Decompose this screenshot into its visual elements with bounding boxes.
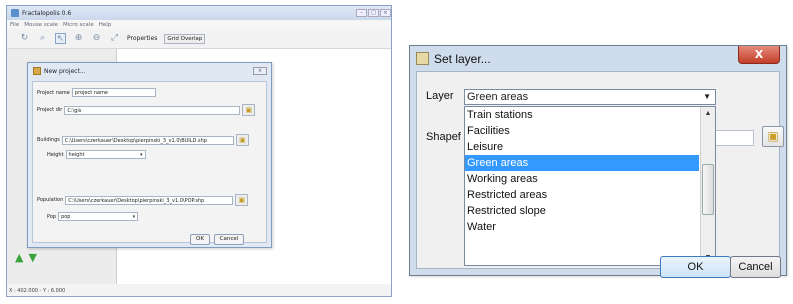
project-dir-input[interactable]: C:\gis xyxy=(64,105,241,115)
project-dir-label: Project dir xyxy=(37,107,63,113)
new-project-cancel-button[interactable]: Cancel xyxy=(214,234,244,245)
layer-option-facilities[interactable]: Facilities xyxy=(465,123,699,139)
layer-option-water[interactable]: Water xyxy=(465,219,699,235)
fit-extent-icon[interactable]: ⤢ xyxy=(109,33,120,44)
shapefile-folder-icon[interactable]: ▣ xyxy=(762,126,784,147)
maximize-button[interactable]: □ xyxy=(368,9,379,17)
set-layer-dialog: Set layer... X Layer Shapef ▣ Green area… xyxy=(409,45,787,278)
layer-option-restricted-slope[interactable]: Restricted slope xyxy=(465,203,699,219)
height-select[interactable]: height xyxy=(65,150,146,159)
arrow-up-icon[interactable]: ▲ xyxy=(15,251,23,264)
layer-option-restricted-areas[interactable]: Restricted areas xyxy=(465,187,699,203)
layer-list-scrollbar[interactable]: ▲ ▼ xyxy=(700,107,715,265)
new-project-title: New project... xyxy=(44,67,86,75)
population-input[interactable]: C:\Users\czerkauer\Desktop\pierpinski_3_… xyxy=(65,195,234,205)
menu-file[interactable]: File xyxy=(10,22,19,28)
layer-option-green-areas[interactable]: Green areas xyxy=(465,155,699,171)
minimize-button[interactable]: – xyxy=(356,9,367,17)
rotate-icon[interactable]: ↻ xyxy=(19,33,30,44)
project-dir-folder-icon[interactable]: ▣ xyxy=(242,104,256,116)
properties-button[interactable]: Properties xyxy=(127,35,157,42)
zoom-out-icon[interactable]: ⊖ xyxy=(91,33,102,44)
buildings-input[interactable]: C:\Users\czerkauer\Desktop\pierpinski_3_… xyxy=(61,135,234,145)
project-name-label: Project name xyxy=(37,89,70,96)
layer-dropdown-list[interactable]: Train stations Facilities Leisure Green … xyxy=(464,106,716,266)
dialog-app-icon xyxy=(416,52,429,65)
arrow-down-icon[interactable]: ▼ xyxy=(28,251,36,264)
layer-option-leisure[interactable]: Leisure xyxy=(465,139,699,155)
pointer-icon[interactable]: ↖ xyxy=(55,33,66,44)
dialog-app-icon xyxy=(33,67,41,75)
set-layer-titlebar: Set layer... xyxy=(410,46,786,71)
layer-select-value: Green areas xyxy=(467,91,529,103)
menu-micro-scale[interactable]: Micro scale xyxy=(63,22,94,28)
scrollbar-thumb[interactable] xyxy=(702,164,714,215)
app-logo-icon xyxy=(11,9,19,17)
project-name-input[interactable]: project name xyxy=(71,88,156,97)
new-project-titlebar: New project... × xyxy=(28,63,271,79)
zoom-icon[interactable]: ⌕ xyxy=(37,33,48,44)
layer-option-working-areas[interactable]: Working areas xyxy=(465,171,699,187)
new-project-body: Project name project name Project dir C:… xyxy=(32,81,267,245)
navigation-arrows: ▲ ▼ xyxy=(15,251,37,264)
set-layer-title: Set layer... xyxy=(434,51,491,66)
menu-mouse-scale[interactable]: Mouse scale xyxy=(24,22,58,28)
population-folder-icon[interactable]: ▣ xyxy=(235,194,249,206)
menu-help[interactable]: Help xyxy=(99,22,112,28)
coordinates-status: X : 402.000 - Y : 6.000 xyxy=(9,288,66,294)
pop-label: Pop xyxy=(47,213,57,220)
menu-bar: File Mouse scale Micro scale Help xyxy=(7,20,391,29)
set-layer-body: Layer Shapef ▣ Green areas ▼ Train stati… xyxy=(416,71,784,278)
pop-select[interactable]: pop xyxy=(58,212,139,221)
scroll-up-icon[interactable]: ▲ xyxy=(701,107,715,121)
set-layer-ok-button[interactable]: OK xyxy=(660,256,731,278)
window-close-button[interactable]: × xyxy=(380,9,391,17)
set-layer-close-button[interactable]: X xyxy=(738,46,780,64)
app-titlebar: Fractalopolis 0.6 – □ × xyxy=(7,6,391,20)
buildings-folder-icon[interactable]: ▣ xyxy=(235,134,249,146)
population-label: Population xyxy=(37,197,64,203)
app-title: Fractalopolis 0.6 xyxy=(22,9,72,17)
buildings-label: Buildings xyxy=(37,137,60,143)
set-layer-cancel-button[interactable]: Cancel xyxy=(730,256,781,278)
layer-label: Layer xyxy=(426,90,454,102)
new-project-dialog: New project... × Project name project na… xyxy=(27,62,272,248)
new-project-ok-button[interactable]: OK xyxy=(190,234,210,245)
layer-option-train-stations[interactable]: Train stations xyxy=(465,107,699,123)
chevron-down-icon: ▼ xyxy=(703,92,711,101)
toolbar: ↻ ⌕ ↖ ⊕ ⊖ ⤢ Properties Grid Overlap xyxy=(7,29,391,49)
grid-overlap-toggle[interactable]: Grid Overlap xyxy=(164,33,206,44)
shapefile-label: Shapef xyxy=(426,131,461,143)
zoom-in-icon[interactable]: ⊕ xyxy=(73,33,84,44)
overlap-label: Overlap xyxy=(180,35,203,42)
main-app-window: Fractalopolis 0.6 – □ × File Mouse scale… xyxy=(6,5,392,297)
grid-label: Grid xyxy=(167,35,179,42)
height-label: Height xyxy=(47,151,64,158)
layer-select[interactable]: Green areas ▼ xyxy=(464,89,716,105)
new-project-close-button[interactable]: × xyxy=(253,67,267,75)
